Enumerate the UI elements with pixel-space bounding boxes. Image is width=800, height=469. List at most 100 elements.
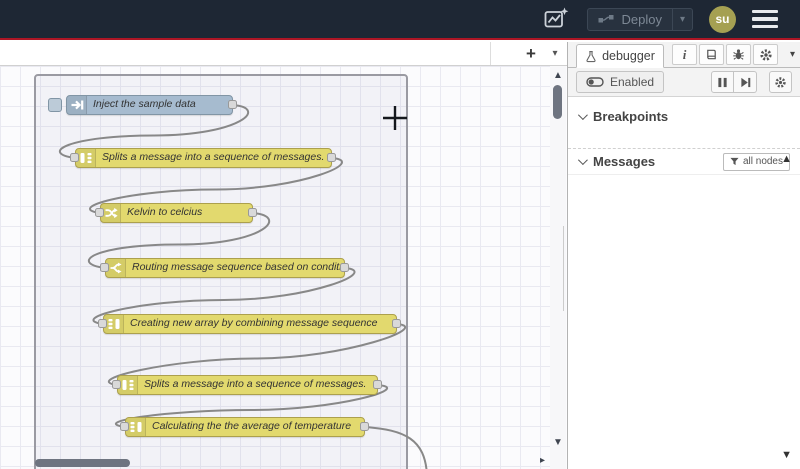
flow-node-change[interactable]: Kelvin to celcius [100,203,253,223]
breakpoints-section-header[interactable]: Breakpoints [568,104,800,129]
node-port[interactable] [228,100,237,109]
flow-node-split[interactable]: Splits a message into a sequence of mess… [75,148,332,168]
node-label: Creating new array by combining message … [130,317,378,329]
debugger-settings-button[interactable] [769,71,792,93]
node-port[interactable] [327,153,336,162]
menu-icon [752,9,778,14]
sidebar-scroll-down-icon[interactable]: ▼ [781,449,792,461]
messages-title: Messages [593,154,656,169]
chevron-down-icon: ▾ [552,48,558,59]
flow-tab-tools: + ▾ [490,42,565,65]
node-label: Inject the sample data [93,98,196,110]
toggle-on-icon [586,77,604,87]
message-filter-button[interactable]: all nodes [722,152,790,171]
deploy-label: Deploy [621,11,662,27]
step-button[interactable] [734,71,757,93]
horizontal-scroll-thumb[interactable] [35,459,130,467]
node-port[interactable] [248,208,257,217]
avatar-initials: su [715,12,730,26]
messages-list [568,174,800,175]
info-tab-button[interactable]: i [672,44,697,65]
flask-icon [586,50,596,62]
bug-icon [733,49,744,60]
split-icon [76,149,96,167]
inject-trigger-button[interactable] [48,98,62,112]
node-port[interactable] [98,319,107,328]
node-port[interactable] [70,153,79,162]
main-menu-button[interactable] [752,9,778,29]
tab-debugger-label: debugger [602,49,655,63]
shuffle-icon [101,204,121,222]
flow-canvas[interactable]: Inject the sample data Splits a message i… [0,66,567,469]
node-port[interactable] [95,208,104,217]
sidebar-tab-buttons: i [672,44,778,65]
debugger-enabled-toggle[interactable]: Enabled [576,71,665,93]
node-port[interactable] [373,380,382,389]
pause-button[interactable] [711,71,734,93]
node-label: Calculating the the average of temperatu… [152,420,352,432]
breakpoints-title: Breakpoints [593,109,669,124]
deploy-button[interactable]: Deploy ▾ [586,7,693,31]
help-tab-button[interactable] [699,44,724,65]
gear-icon [775,76,786,88]
node-label: Splits a message into a sequence of mess… [144,378,367,390]
messages-section-header[interactable]: Messages all nodes [568,149,800,174]
gear-icon [759,48,772,61]
deploy-icon [598,15,613,23]
scroll-tabs-right-button[interactable] [497,44,517,64]
config-tab-button[interactable] [753,44,778,65]
fork-icon [106,259,126,277]
node-red-editor: Deploy ▾ su + ▾ Inject the sample data Sp… [0,0,800,469]
step-forward-icon [740,77,750,87]
node-port[interactable] [392,319,401,328]
debug-tab-button[interactable] [726,44,751,65]
enabled-label: Enabled [610,75,655,89]
flow-tab-bar: + ▾ [0,42,567,66]
node-port[interactable] [112,380,121,389]
header-bar: Deploy ▾ su [0,0,800,40]
chevron-down-icon [577,110,588,121]
sidebar-content: Breakpoints Messages all nodes ▲ ▼ [568,97,800,469]
chevron-down-icon: ▾ [679,13,685,25]
tab-debugger[interactable]: debugger [576,44,664,68]
deploy-button-main[interactable]: Deploy [588,12,672,27]
plus-icon: + [526,43,536,63]
user-avatar[interactable]: su [709,5,736,33]
debug-sidebar: debugger i ▾ Enabled Breakpoints Message… [567,42,800,469]
join-icon [104,315,124,333]
projects-flow-icon[interactable] [541,4,571,34]
funnel-icon [730,157,739,166]
node-label: Splits a message into a sequence of mess… [102,151,325,163]
crosshair-cursor [383,106,407,130]
flow-node-join[interactable]: Creating new array by combining message … [103,314,397,334]
split-icon [118,376,138,394]
debugger-controls [711,71,792,93]
node-port[interactable] [120,422,129,431]
book-icon [707,49,716,60]
pause-icon [718,77,727,87]
debugger-toolbar: Enabled [568,68,800,97]
node-label: Routing message sequence based on condit… [132,261,340,273]
node-port[interactable] [100,263,109,272]
chevron-down-icon [577,155,588,166]
node-port[interactable] [360,422,369,431]
flow-list-button[interactable]: ▾ [545,44,565,64]
flow-node-inject[interactable]: Inject the sample data [66,95,233,115]
chevron-down-icon: ▾ [789,49,795,60]
node-port[interactable] [340,263,349,272]
sidebar-scroll-up-icon[interactable]: ▲ [781,153,792,165]
wire[interactable] [364,426,428,469]
node-label: Kelvin to celcius [127,206,203,218]
sidebar-tab-row: debugger i ▾ [568,42,800,68]
info-icon: i [682,46,687,62]
add-flow-button[interactable]: + [521,44,541,64]
deploy-options-button[interactable]: ▾ [671,8,692,30]
filter-label: all nodes [742,156,783,167]
flow-node-switch[interactable]: Routing message sequence based on condit… [105,258,345,278]
inject-arrow-icon [67,96,87,114]
flow-node-split[interactable]: Splits a message into a sequence of mess… [117,375,378,395]
join-icon [126,418,146,436]
breakpoints-list [568,129,800,148]
sidebar-tabs-menu-button[interactable]: ▾ [790,49,795,60]
flow-node-join[interactable]: Calculating the the average of temperatu… [125,417,365,437]
